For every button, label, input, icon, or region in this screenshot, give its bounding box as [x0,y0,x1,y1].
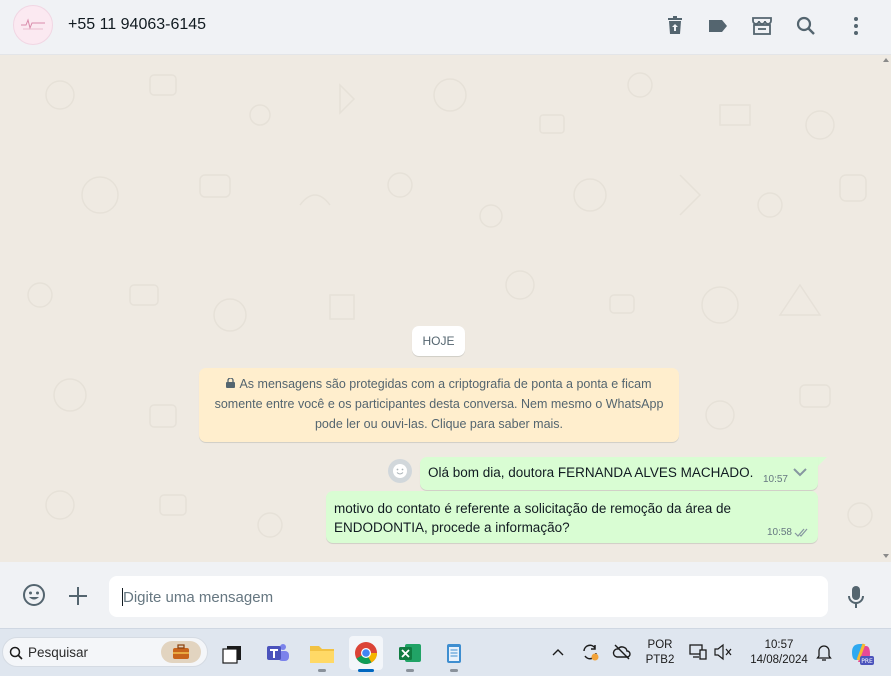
delete-icon[interactable] [663,14,687,38]
avatar-logo-icon [21,18,45,30]
copilot-icon[interactable]: PRE [848,640,874,666]
notification-bell-icon[interactable] [816,644,832,662]
message-text: Olá bom dia, doutora FERNANDA ALVES MACH… [428,465,754,480]
emoji-icon[interactable] [22,583,46,607]
smiley-icon [393,464,407,478]
contact-name[interactable]: +55 11 94063-6145 [68,16,206,34]
message-time: 10:57 [762,474,788,485]
message-input[interactable] [121,576,815,619]
reaction-button[interactable] [388,459,412,483]
encryption-text-line3: pode ler ou ouvi-las. Clique para saber … [314,417,564,431]
teams-icon [267,644,289,661]
contact-avatar[interactable] [13,5,53,45]
clock-time: 10:57 [764,639,794,651]
encryption-notice[interactable]: As mensagens são protegidas com a cripto… [199,368,679,442]
taskbar-search-label: Pesquisar [28,645,89,660]
label-icon[interactable] [706,14,730,38]
clock[interactable]: 10:57 14/08/2024 [742,638,816,668]
running-indicator [318,669,326,672]
chrome-icon [355,642,377,664]
windows-taskbar: Pesquisar POR PTB2 10:57 14/08/2024 PRE [0,628,891,676]
excel-icon [399,644,421,662]
notepad-button[interactable] [437,636,471,670]
chrome-button[interactable] [349,636,383,670]
date-divider: HOJE [412,326,465,356]
store-icon[interactable] [750,14,774,38]
search-icon [9,646,23,660]
chat-header: +55 11 94063-6145 [0,0,891,55]
microphone-icon[interactable] [846,584,866,610]
chat-scrollbar[interactable] [882,55,890,561]
text-caret [122,588,123,606]
cloud-offline-icon[interactable] [612,643,632,661]
double-check-icon [794,528,808,537]
message-input-box[interactable] [109,576,828,619]
briefcase-icon [161,641,201,663]
chat-area: HOJE As mensagens são protegidas com a c… [0,55,891,561]
encryption-text-line2: somente entre você e os participantes de… [214,397,664,411]
notepad-icon [447,644,461,663]
chevron-down-icon[interactable] [792,466,808,478]
input-language[interactable]: POR PTB2 [640,638,680,668]
lock-icon [226,374,236,394]
active-indicator [358,669,374,672]
running-indicator [450,669,458,672]
message-time: 10:58 [766,527,792,538]
sync-icon[interactable] [580,642,600,662]
bubble-tail [818,457,827,466]
task-view-button[interactable] [216,636,250,670]
excel-button[interactable] [393,636,427,670]
composer [0,562,891,628]
taskbar-search[interactable]: Pesquisar [2,637,208,667]
file-explorer-button[interactable] [305,636,339,670]
folder-icon [310,646,334,663]
menu-icon[interactable] [844,14,868,38]
running-indicator [406,669,414,672]
encryption-text-line1: As mensagens são protegidas com a cripto… [239,377,652,391]
attach-plus-icon[interactable] [67,585,89,607]
task-view-icon [222,646,241,664]
volume-muted-icon[interactable] [713,643,733,661]
clock-date: 14/08/2024 [750,654,808,666]
message-text-line1: motivo do contato é referente a solicita… [334,501,731,516]
search-icon[interactable] [794,14,818,38]
message-text-line2: ENDODONTIA, procede a informação? [334,520,570,535]
teams-button[interactable] [261,636,295,670]
network-icon[interactable] [688,643,708,661]
copilot-badge: PRE [861,658,873,665]
outgoing-message[interactable]: motivo do contato é referente a solicita… [326,491,818,543]
outgoing-message[interactable]: Olá bom dia, doutora FERNANDA ALVES MACH… [420,457,818,490]
chevron-up-icon[interactable] [551,646,565,658]
